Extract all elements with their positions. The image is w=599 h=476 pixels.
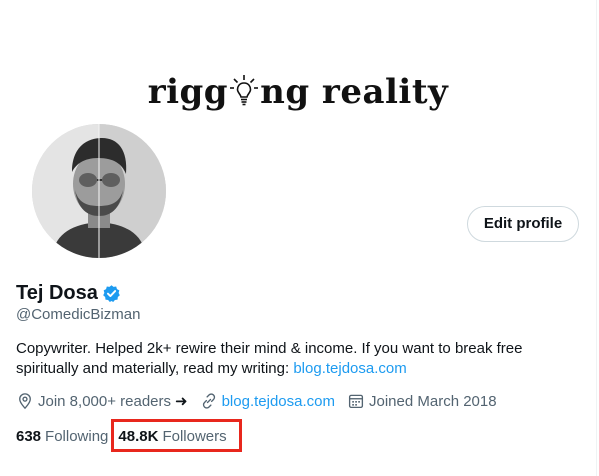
location-arrow: ➜ — [175, 393, 188, 410]
profile-name-row: Tej Dosa — [16, 280, 121, 306]
bio-link[interactable]: blog.tejdosa.com — [293, 360, 406, 377]
banner-title-right: ng reality — [260, 72, 449, 112]
joined-item: Joined March 2018 — [347, 392, 497, 410]
location-text: Join 8,000+ readers — [38, 392, 172, 410]
avatar[interactable] — [28, 120, 170, 262]
link-icon — [202, 393, 215, 409]
display-name: Tej Dosa — [16, 281, 98, 304]
profile-bio: Copywriter. Helped 2k+ rewire their mind… — [16, 339, 576, 379]
banner-title-left: rigg — [147, 72, 229, 112]
location-item: Join 8,000+ readers ➜ — [16, 392, 188, 410]
following-label: Following — [45, 427, 109, 445]
edit-profile-button[interactable]: Edit profile — [467, 206, 579, 242]
profile-handle: @ComedicBizman — [16, 306, 141, 323]
following-link[interactable]: 638 Following — [16, 428, 108, 445]
location-pin-icon — [19, 393, 31, 410]
lightbulb-icon — [229, 73, 259, 107]
banner-title: rigg ng reality — [0, 72, 596, 112]
profile-meta: Join 8,000+ readers ➜ blog.tejdosa.com J… — [16, 390, 509, 412]
calendar-icon — [348, 394, 364, 409]
avatar-image — [32, 124, 166, 258]
following-count: 638 — [16, 427, 42, 445]
column-divider — [596, 0, 597, 476]
verified-badge-icon[interactable] — [102, 284, 121, 303]
website-item: blog.tejdosa.com — [200, 392, 335, 410]
bio-text: Copywriter. Helped 2k+ rewire their mind… — [16, 340, 523, 377]
joined-text: Joined March 2018 — [369, 392, 497, 410]
website-link[interactable]: blog.tejdosa.com — [222, 393, 335, 410]
followers-highlight-box — [111, 419, 242, 452]
